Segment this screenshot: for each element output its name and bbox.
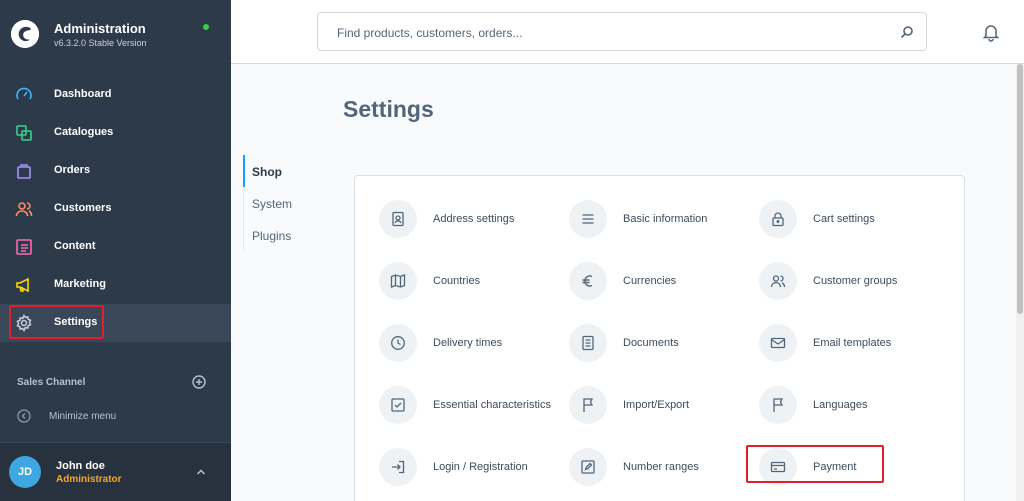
customers-icon xyxy=(15,200,33,218)
settings-item-documents[interactable]: Documents xyxy=(569,324,749,364)
add-sales-channel-icon[interactable] xyxy=(192,375,206,389)
settings-item-label: Login / Registration xyxy=(433,461,528,473)
checkbox-icon xyxy=(379,386,417,424)
flag-icon xyxy=(759,386,797,424)
scrollbar[interactable] xyxy=(1016,64,1024,501)
pencil-icon xyxy=(569,448,607,486)
list-icon xyxy=(569,200,607,238)
settings-tabs: Shop System Plugins xyxy=(243,155,323,251)
map-icon xyxy=(379,262,417,300)
settings-item-delivery-times[interactable]: Delivery times xyxy=(379,324,559,364)
settings-item-label: Documents xyxy=(623,337,679,349)
settings-item-label: Countries xyxy=(433,275,481,287)
document-icon xyxy=(569,324,607,362)
users-icon xyxy=(759,262,797,300)
user-role: Administrator xyxy=(56,474,122,485)
tab-label: Plugins xyxy=(252,229,292,243)
sales-channel-title: Sales Channel xyxy=(17,377,86,388)
search-icon[interactable] xyxy=(900,25,914,39)
settings-highlight-box xyxy=(9,305,104,339)
top-bar: Find products, customers, orders... xyxy=(231,0,1024,64)
settings-item-label: Number ranges xyxy=(623,461,699,473)
marketing-icon xyxy=(15,276,33,294)
tab-label: Shop xyxy=(252,165,282,179)
orders-icon xyxy=(15,162,33,180)
settings-item-number-ranges[interactable]: Number ranges xyxy=(569,448,749,488)
tab-plugins[interactable]: Plugins xyxy=(243,219,323,251)
settings-item-label: Customer groups xyxy=(813,275,898,287)
settings-item-customer-groups[interactable]: Customer groups xyxy=(759,262,939,302)
content-icon xyxy=(15,238,33,256)
settings-item-currencies[interactable]: Currencies xyxy=(569,262,749,302)
lock-icon xyxy=(759,200,797,238)
settings-item-cart-settings[interactable]: Cart settings xyxy=(759,200,939,240)
sidebar-item-catalogues[interactable]: Catalogues xyxy=(0,114,231,152)
catalogues-icon xyxy=(15,124,33,142)
euro-icon xyxy=(569,262,607,300)
settings-item-label: Currencies xyxy=(623,275,677,287)
settings-item-countries[interactable]: Countries xyxy=(379,262,559,302)
sidebar-item-label: Customers xyxy=(54,202,112,214)
sidebar-item-customers[interactable]: Customers xyxy=(0,190,231,228)
search-input[interactable]: Find products, customers, orders... xyxy=(317,12,927,51)
sidebar-item-label: Marketing xyxy=(54,278,106,290)
settings-item-login-registration[interactable]: Login / Registration xyxy=(379,448,559,488)
settings-item-import-export[interactable]: Import/Export xyxy=(569,386,749,426)
settings-item-languages[interactable]: Languages xyxy=(759,386,939,426)
user-panel[interactable]: JD John doe Administrator xyxy=(0,442,231,501)
tab-label: System xyxy=(252,197,293,211)
sidebar-item-orders[interactable]: Orders xyxy=(0,152,231,190)
user-name: John doe xyxy=(56,460,105,472)
login-icon xyxy=(379,448,417,486)
page-title: Settings xyxy=(343,96,434,122)
sidebar-item-content[interactable]: Content xyxy=(0,228,231,266)
clock-icon xyxy=(379,324,417,362)
settings-item-label: Cart settings xyxy=(813,213,875,225)
app-version: v6.3.2.0 Stable Version xyxy=(54,38,147,48)
scrollbar-thumb[interactable] xyxy=(1017,64,1023,314)
settings-item-label: Essential characteristics xyxy=(433,399,551,411)
address-icon xyxy=(379,200,417,238)
tab-system[interactable]: System xyxy=(243,187,323,219)
tab-shop[interactable]: Shop xyxy=(243,155,323,187)
dashboard-icon xyxy=(15,86,33,104)
settings-item-address[interactable]: Address settings xyxy=(379,200,559,240)
settings-item-label: Import/Export xyxy=(623,399,690,411)
minimize-icon xyxy=(17,409,31,423)
minimize-label: Minimize menu xyxy=(49,411,117,422)
sidebar-item-marketing[interactable]: Marketing xyxy=(0,266,231,304)
settings-item-label: Delivery times xyxy=(433,337,503,349)
chevron-up-icon[interactable] xyxy=(195,466,207,478)
settings-item-email-templates[interactable]: Email templates xyxy=(759,324,939,364)
sidebar: Administration v6.3.2.0 Stable Version D… xyxy=(0,0,231,501)
sidebar-item-dashboard[interactable]: Dashboard xyxy=(0,76,231,114)
sidebar-item-label: Dashboard xyxy=(54,88,112,100)
sidebar-item-label: Content xyxy=(54,240,96,252)
flag-icon xyxy=(569,386,607,424)
shopware-logo-icon[interactable] xyxy=(11,20,39,48)
avatar: JD xyxy=(9,456,41,488)
brand: Administration v6.3.2.0 Stable Version xyxy=(0,0,231,64)
settings-item-essential-characteristics[interactable]: Essential characteristics xyxy=(379,386,559,426)
app-title: Administration xyxy=(54,21,146,36)
settings-item-label: Basic information xyxy=(623,213,708,225)
settings-item-basic-information[interactable]: Basic information xyxy=(569,200,749,240)
status-dot xyxy=(203,24,209,30)
settings-item-label: Languages xyxy=(813,399,868,411)
mail-icon xyxy=(759,324,797,362)
sidebar-item-label: Catalogues xyxy=(54,126,114,138)
sidebar-item-label: Orders xyxy=(54,164,91,176)
search-placeholder: Find products, customers, orders... xyxy=(337,26,523,40)
settings-item-label: Address settings xyxy=(433,213,515,225)
bell-icon[interactable] xyxy=(981,22,1001,42)
payment-highlight-box xyxy=(746,445,884,483)
settings-item-label: Email templates xyxy=(813,337,892,349)
minimize-menu-button[interactable]: Minimize menu xyxy=(17,409,217,425)
